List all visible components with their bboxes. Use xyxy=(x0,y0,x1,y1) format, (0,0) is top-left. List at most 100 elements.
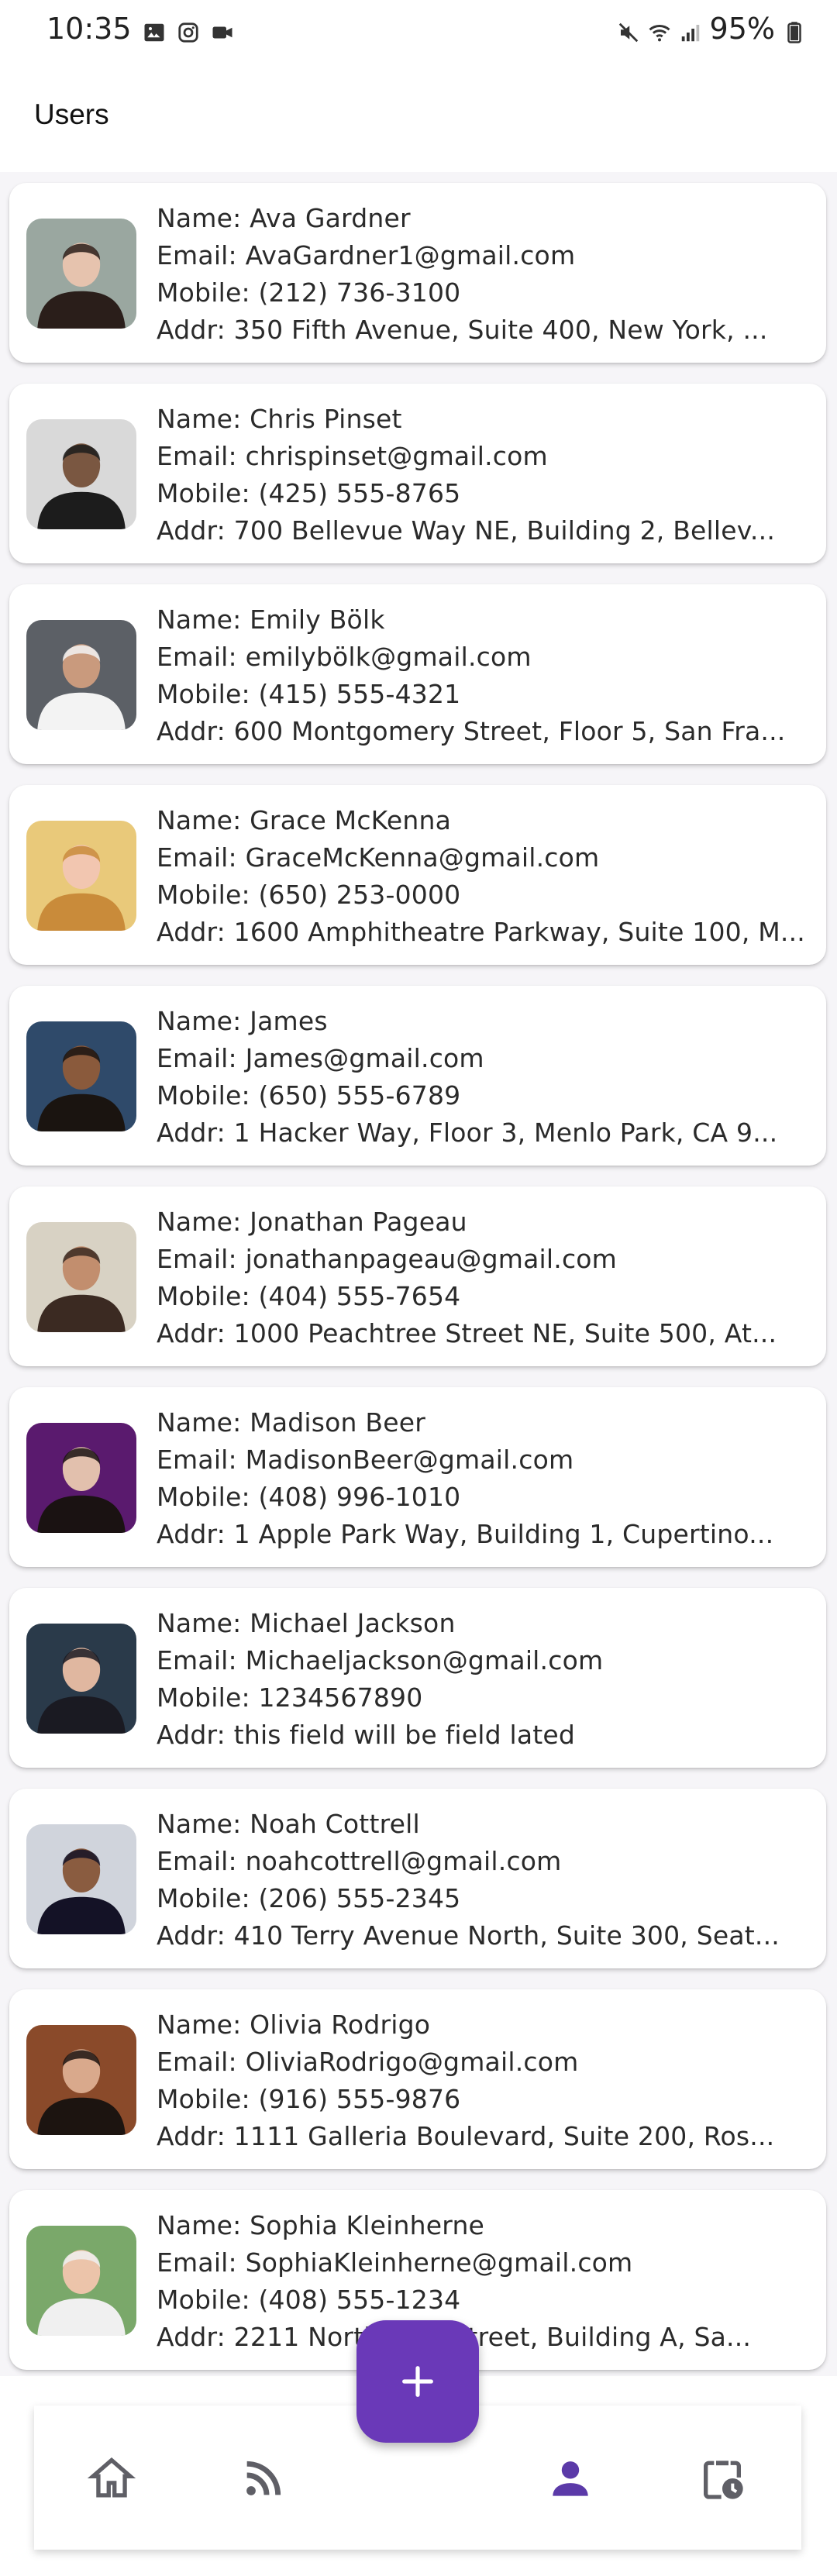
user-address: Addr: 1 Apple Park Way, Building 1, Cupe… xyxy=(157,1519,774,1549)
user-email: Email: Michaeljackson@gmail.com xyxy=(157,1645,604,1675)
user-name: Name: Ava Gardner xyxy=(157,203,411,233)
cell-signal-icon xyxy=(679,17,702,42)
user-address: Addr: 1 Hacker Way, Floor 3, Menlo Park,… xyxy=(157,1118,778,1148)
instagram-icon xyxy=(177,17,200,43)
user-card[interactable]: Name: Ava Gardner Email: AvaGardner1@gmai… xyxy=(9,183,826,363)
user-mobile: Mobile: (408) 996-1010 xyxy=(157,1482,461,1512)
nav-users[interactable] xyxy=(546,2454,595,2503)
add-user-button[interactable] xyxy=(356,2320,479,2443)
user-card[interactable]: Name: James Email: James@gmail.com Mobile:… xyxy=(9,986,826,1166)
user-mobile: Mobile: (415) 555-4321 xyxy=(157,679,461,709)
user-email: Email: chrispinset@gmail.com xyxy=(157,441,548,471)
status-time: 10:35 xyxy=(46,12,132,46)
avatar xyxy=(26,1222,136,1332)
user-mobile: Mobile: (916) 555-9876 xyxy=(157,2084,461,2114)
user-name: Name: Michael Jackson xyxy=(157,1608,456,1638)
user-name: Name: Madison Beer xyxy=(157,1407,425,1438)
mute-icon xyxy=(617,17,640,43)
avatar xyxy=(26,219,136,329)
user-email: Email: MadisonBeer@gmail.com xyxy=(157,1445,574,1475)
avatar xyxy=(26,1824,136,1934)
user-email: Email: James@gmail.com xyxy=(157,1043,484,1073)
user-name: Name: Chris Pinset xyxy=(157,404,402,434)
user-info: Name: Grace McKenna Email: GraceMcKenna@g… xyxy=(157,802,808,951)
user-card[interactable]: Name: Noah Cottrell Email: noahcottrell@g… xyxy=(9,1789,826,1968)
user-email: Email: jonathanpageau@gmail.com xyxy=(157,1244,618,1274)
user-mobile: Mobile: (650) 253-0000 xyxy=(157,880,461,910)
status-left: 10:35 xyxy=(46,12,234,46)
rss-feed-icon xyxy=(246,2461,281,2495)
nav-history[interactable] xyxy=(698,2454,747,2503)
user-mobile: Mobile: (425) 555-8765 xyxy=(157,478,461,508)
nav-feed[interactable] xyxy=(239,2454,288,2503)
user-email: Email: AvaGardner1@gmail.com xyxy=(157,240,576,270)
user-address: Addr: 1111 Galleria Boulevard, Suite 200… xyxy=(157,2121,775,2151)
user-info: Name: Olivia Rodrigo Email: OliviaRodrigo… xyxy=(157,2006,808,2155)
user-mobile: Mobile: (212) 736-3100 xyxy=(157,277,461,308)
video-camera-icon xyxy=(211,17,234,40)
avatar xyxy=(26,2025,136,2135)
user-email: Email: emilybölk@gmail.com xyxy=(157,642,532,672)
wifi-icon xyxy=(648,17,671,42)
app-bar: Users xyxy=(0,57,837,172)
user-name: Name: Sophia Kleinherne xyxy=(157,2210,485,2240)
avatar xyxy=(26,1021,136,1131)
avatar xyxy=(26,2226,136,2336)
user-address: Addr: this field will be field lated xyxy=(157,1720,576,1750)
user-info: Name: Chris Pinset Email: chrispinset@gma… xyxy=(157,401,808,549)
gallery-icon xyxy=(143,17,166,42)
user-card[interactable]: Name: Chris Pinset Email: chrispinset@gma… xyxy=(9,384,826,563)
user-mobile: Mobile: (650) 555-6789 xyxy=(157,1080,461,1111)
user-info: Name: Ava Gardner Email: AvaGardner1@gmai… xyxy=(157,200,808,349)
home-icon xyxy=(87,2457,136,2498)
user-name: Name: Emily Bölk xyxy=(157,604,385,635)
avatar xyxy=(26,620,136,730)
user-address: Addr: 1600 Amphitheatre Parkway, Suite 1… xyxy=(157,917,805,947)
user-card[interactable]: Name: Madison Beer Email: MadisonBeer@gma… xyxy=(9,1387,826,1567)
user-address: Addr: 2211 North First Street, Building … xyxy=(157,2322,752,2352)
user-info: Name: Jonathan Pageau Email: jonathanpage… xyxy=(157,1204,808,1352)
user-address: Addr: 410 Terry Avenue North, Suite 300,… xyxy=(157,1920,780,1951)
user-mobile: Mobile: (206) 555-2345 xyxy=(157,1883,461,1913)
user-address: Addr: 1000 Peachtree Street NE, Suite 50… xyxy=(157,1318,777,1348)
user-email: Email: SophiaKleinherne@gmail.com xyxy=(157,2247,633,2278)
battery-icon xyxy=(783,17,806,43)
user-name: Name: James xyxy=(157,1006,328,1036)
user-info: Name: Michael Jackson Email: Michaeljacks… xyxy=(157,1605,808,1754)
avatar xyxy=(26,821,136,931)
user-name: Name: Noah Cottrell xyxy=(157,1809,420,1839)
nav-home[interactable] xyxy=(87,2454,136,2503)
user-name: Name: Jonathan Pageau xyxy=(157,1207,467,1237)
user-card[interactable]: Name: Emily Bölk Email: emilybölk@gmail.c… xyxy=(9,584,826,764)
page-title: Users xyxy=(34,98,109,130)
user-address: Addr: 700 Bellevue Way NE, Building 2, B… xyxy=(157,515,776,546)
user-email: Email: GraceMcKenna@gmail.com xyxy=(157,842,600,873)
user-mobile: Mobile: 1234567890 xyxy=(157,1682,423,1713)
user-card[interactable]: Name: Olivia Rodrigo Email: OliviaRodrigo… xyxy=(9,1989,826,2169)
user-name: Name: Grace McKenna xyxy=(157,805,452,835)
user-mobile: Mobile: (408) 555-1234 xyxy=(157,2285,461,2315)
avatar xyxy=(26,1423,136,1533)
avatar xyxy=(26,419,136,529)
status-bar: 10:35 95% xyxy=(0,0,837,57)
user-info: Name: Sophia Kleinherne Email: SophiaKlei… xyxy=(157,2207,808,2356)
battery-percent: 95% xyxy=(709,12,775,46)
user-info: Name: Madison Beer Email: MadisonBeer@gma… xyxy=(157,1404,808,1553)
user-mobile: Mobile: (404) 555-7654 xyxy=(157,1281,461,1311)
user-address: Addr: 350 Fifth Avenue, Suite 400, New Y… xyxy=(157,315,768,345)
user-card[interactable]: Name: Jonathan Pageau Email: jonathanpage… xyxy=(9,1186,826,1366)
user-info: Name: Emily Bölk Email: emilybölk@gmail.c… xyxy=(157,601,808,750)
plus-icon xyxy=(402,2366,433,2397)
clipboard-clock-icon xyxy=(704,2461,743,2499)
user-name: Name: Olivia Rodrigo xyxy=(157,2009,431,2040)
status-right: 95% xyxy=(617,12,806,46)
user-address: Addr: 600 Montgomery Street, Floor 5, Sa… xyxy=(157,716,786,746)
avatar xyxy=(26,1624,136,1734)
user-email: Email: OliviaRodrigo@gmail.com xyxy=(157,2047,579,2077)
user-info: Name: James Email: James@gmail.com Mobile:… xyxy=(157,1003,808,1152)
user-email: Email: noahcottrell@gmail.com xyxy=(157,1846,562,1876)
user-card[interactable]: Name: Grace McKenna Email: GraceMcKenna@g… xyxy=(9,785,826,965)
person-icon xyxy=(553,2461,588,2496)
user-info: Name: Noah Cottrell Email: noahcottrell@g… xyxy=(157,1806,808,1954)
user-card[interactable]: Name: Michael Jackson Email: Michaeljacks… xyxy=(9,1588,826,1768)
